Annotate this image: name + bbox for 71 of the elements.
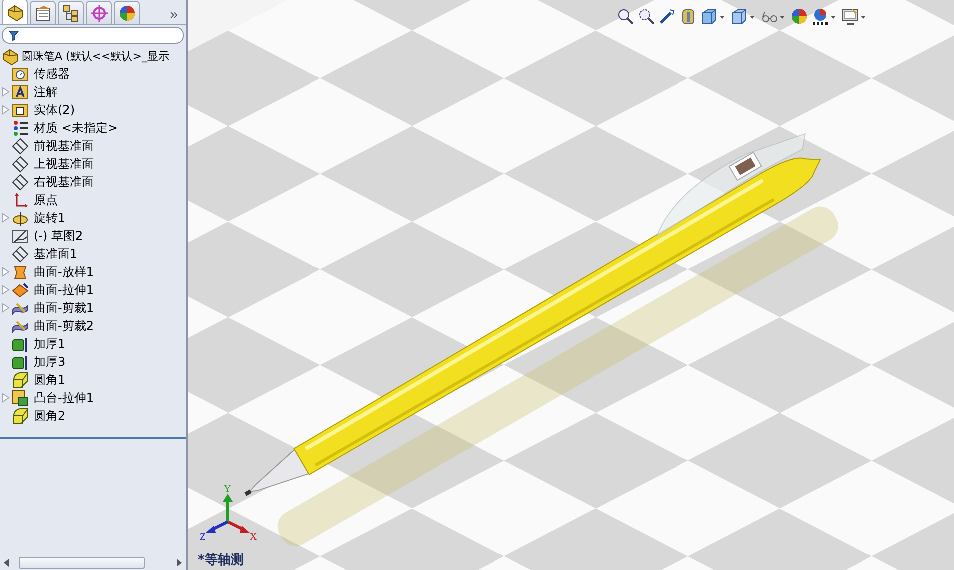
panel-tab[interactable] (114, 1, 140, 24)
monitor-icon[interactable] (842, 8, 868, 25)
tree-item[interactable]: (-) 草图2 (33, 228, 84, 244)
sketch-icon (12, 228, 29, 244)
annotation-folder-icon (12, 84, 29, 100)
tree-item[interactable]: 旋转1 (33, 210, 67, 226)
wand-icon[interactable] (659, 8, 676, 25)
cube-icon[interactable] (731, 8, 757, 25)
panel-tab[interactable] (86, 1, 112, 24)
cube-icon[interactable] (701, 8, 727, 25)
color-sphere-icon[interactable] (791, 8, 808, 25)
tree-item[interactable]: 前视基准面 (33, 138, 95, 154)
tree-item[interactable]: 注解 (33, 84, 59, 100)
tree-item[interactable]: 曲面-剪裁2 (33, 318, 95, 334)
section-view-icon[interactable] (680, 8, 697, 25)
tree-item[interactable]: 曲面-剪裁1 (33, 300, 95, 316)
material-icon (12, 120, 29, 136)
x-axis-arrow (227, 520, 250, 533)
sensor-folder-icon (12, 66, 29, 82)
tree-item[interactable]: 加厚3 (33, 354, 67, 370)
thicken-icon (12, 354, 29, 370)
property-icon (34, 4, 52, 22)
tree-item[interactable]: 圆角1 (33, 372, 67, 388)
zoom-area-icon[interactable] (638, 8, 655, 25)
thicken-icon (12, 336, 29, 352)
crosshair-icon (90, 4, 108, 22)
tree-item[interactable]: 实体(2) (33, 102, 76, 118)
tree-item[interactable]: 凸台-拉伸1 (33, 390, 95, 406)
axis-label: X (250, 532, 258, 543)
plane-icon (12, 174, 29, 190)
axis-label: Y (224, 484, 232, 495)
panel-tab[interactable] (2, 0, 28, 24)
plane-icon (12, 156, 29, 172)
tree-item[interactable]: 曲面-拉伸1 (33, 282, 95, 298)
extrude-icon (12, 282, 29, 298)
filter-field[interactable] (2, 27, 184, 44)
scroll-left-icon[interactable] (4, 559, 9, 567)
plane-icon (12, 138, 29, 154)
tree-item[interactable]: 圆角2 (33, 408, 67, 424)
tree-item[interactable]: 曲面-放样1 (33, 264, 95, 280)
scroll-right-icon[interactable] (177, 559, 182, 567)
tree-item[interactable]: 右视基准面 (33, 174, 95, 190)
origin-icon (12, 192, 29, 208)
panel-tab[interactable] (58, 1, 84, 24)
tree-item[interactable]: 材质 <未指定> (33, 120, 119, 136)
panel-tab[interactable] (30, 1, 56, 24)
tree-item[interactable]: 基准面1 (33, 246, 79, 262)
tree-item[interactable]: 上视基准面 (33, 156, 95, 172)
axis-label: Z (200, 532, 206, 543)
boss-icon (12, 390, 29, 406)
color-sphere-icon (118, 4, 136, 22)
part-icon (6, 4, 24, 20)
view-name-label: *等轴测 (198, 552, 244, 569)
solid-folder-icon (12, 102, 29, 118)
y-axis-arrow (223, 494, 233, 522)
loft-icon (12, 264, 29, 280)
more-tabs-button[interactable]: » (166, 6, 182, 24)
fillet-icon (12, 408, 29, 424)
tree-item[interactable]: 原点 (33, 192, 59, 208)
fillet-icon (12, 372, 29, 388)
scene-icon[interactable] (812, 8, 838, 25)
filter-icon (8, 30, 20, 42)
zoom-icon[interactable] (617, 8, 634, 25)
part-icon (2, 48, 19, 64)
hierarchy-icon (62, 4, 80, 22)
tree-item[interactable]: 传感器 (33, 66, 71, 82)
revolve-icon (12, 210, 29, 226)
plane-icon (12, 246, 29, 262)
tree-root-label[interactable]: 圆珠笔A (默认<<默认>_显示 (21, 48, 170, 64)
tree-item[interactable]: 加厚1 (33, 336, 67, 352)
z-axis-arrow (206, 520, 229, 533)
